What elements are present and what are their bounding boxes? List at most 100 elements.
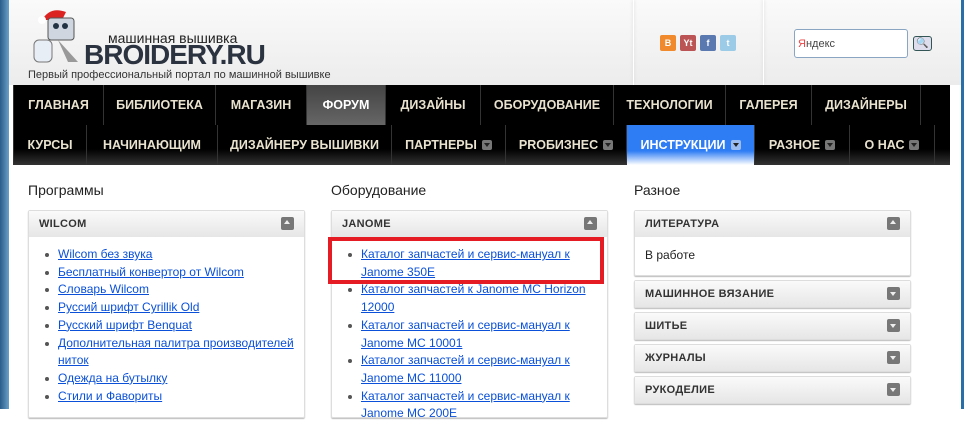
nav-spacer [920,85,950,125]
collapse-icon[interactable] [887,217,900,230]
header-divider [633,0,634,85]
search-input[interactable]: Яндекс [794,29,908,58]
main-nav-row-1: ГЛАВНАЯ БИБЛИОТЕКА МАГАЗИН ФОРУМ ДИЗАЙНЫ… [13,85,950,125]
list-item: Стили и Фавориты [45,388,294,406]
link[interactable]: Словарь Wilcom [58,282,149,296]
nav-label: РАЗНОЕ [768,138,821,152]
link[interactable]: Одежда на бутылку [58,371,167,385]
site-logo[interactable]: машинная вышивка BROIDERY.RU [28,6,266,70]
window-border-left [0,0,9,409]
link[interactable]: Русский шрифт Benquat [58,318,192,332]
panel-title: ЖУРНАЛЫ [645,352,707,364]
nav-oborudovanie[interactable]: ОБОРУДОВАНИЕ [480,85,613,125]
highlight-box [328,237,604,284]
nav-tekhnologii[interactable]: ТЕХНОЛОГИИ [613,85,725,125]
nav-spacer [934,125,950,165]
dropdown-caret-icon [481,140,492,150]
magnifier-icon: 🔍 [916,38,929,49]
column-title: Программы [28,182,104,198]
search-placeholder-y: Я [798,38,806,50]
nav-label: ДИЗАЙНЕРУ ВЫШИВКИ [230,138,379,152]
link[interactable]: Стили и Фавориты [58,389,162,403]
site-slogan: Первый профессиональный портал по машинн… [28,69,331,81]
youtube-icon[interactable]: Yt [680,35,696,51]
nav-label: КУРСЫ [27,138,73,152]
expand-icon[interactable] [887,383,900,396]
main-nav-row-2: КУРСЫ НАЧИНАЮЩИМ ДИЗАЙНЕРУ ВЫШИВКИ ПАРТН… [13,125,950,165]
nav-instruktsii[interactable]: ИНСТРУКЦИИ [626,125,754,165]
dropdown-caret-icon [825,140,836,150]
panel-body: В работе [645,248,696,262]
link[interactable]: Каталог запчастей к Janome MC Horizon 12… [361,282,586,314]
nav-raznoe[interactable]: РАЗНОЕ [754,125,849,165]
list-item: Руссий шрифт Cyrillik Old [45,299,294,317]
panel-header[interactable]: JANOME [332,211,607,237]
blogger-icon[interactable]: B [660,35,676,51]
nav-label: ПАРТНЕРЫ [405,138,477,152]
panel-header[interactable]: ЖУРНАЛЫ [635,345,910,371]
search-button[interactable]: 🔍 [913,36,932,51]
link[interactable]: Каталог запчастей и сервис-мануал к Jano… [361,389,570,417]
panel-header[interactable]: WILCOM [29,211,304,237]
list-item: Словарь Wilcom [45,281,294,299]
dropdown-caret-icon [909,140,920,150]
link[interactable]: Бесплатный конвертор от Wilcom [58,265,244,279]
nav-dizainy[interactable]: ДИЗАЙНЫ [385,85,480,125]
nav-nachinayushchim[interactable]: НАЧИНАЮЩИМ [86,125,217,165]
list-item: Бесплатный конвертор от Wilcom [45,264,294,282]
expand-icon[interactable] [887,351,900,364]
collapse-icon[interactable] [584,217,597,230]
panel-header[interactable]: РУКОДЕЛИЕ [635,377,910,403]
nav-label: НАЧИНАЮЩИМ [103,138,201,152]
column-programmy: Программы WILCOM Wilcom без звука Беспла… [28,182,305,422]
panel-title: WILCOM [39,218,87,230]
nav-kursy[interactable]: КУРСЫ [13,125,86,165]
facebook-icon[interactable]: f [700,35,716,51]
nav-dizainery[interactable]: ДИЗАЙНЕРЫ [811,85,920,125]
nav-label: ИНСТРУКЦИИ [640,138,726,152]
nav-galereya[interactable]: ГАЛЕРЕЯ [725,85,811,125]
expand-icon[interactable] [887,319,900,332]
link[interactable]: Wilcom без звука [58,247,152,261]
panel-zhurnaly: ЖУРНАЛЫ [634,344,911,372]
nav-o-nas[interactable]: О НАС [849,125,934,165]
header-divider [763,0,764,85]
link[interactable]: Каталог запчастей и сервис-мануал к Jano… [361,353,570,385]
panel-header[interactable]: ЛИТЕРАТУРА [635,211,910,237]
twitter-icon[interactable]: t [720,35,736,51]
nav-forum[interactable]: ФОРУМ [306,85,385,125]
nav-probiznes[interactable]: PROБИЗНЕС [505,125,626,165]
panel-shitie: ШИТЬЕ [634,312,911,340]
logo-text: BROIDERY.RU [84,39,266,70]
link[interactable]: Каталог запчастей и сервис-мануал к Jano… [361,318,570,350]
panel-header[interactable]: МАШИННОЕ ВЯЗАНИЕ [635,281,910,307]
panel-title: МАШИННОЕ ВЯЗАНИЕ [645,288,775,300]
panel-title: ШИТЬЕ [645,320,688,332]
nav-label: О НАС [864,138,905,152]
list-item: Русский шрифт Benquat [45,317,294,335]
panel-header[interactable]: ШИТЬЕ [635,313,910,339]
panel-title: ЛИТЕРАТУРА [645,218,720,230]
list-item: Wilcom без звука [45,246,294,264]
nav-biblioteka[interactable]: БИБЛИОТЕКА [103,85,215,125]
list-item: Дополнительная палитра производителей ни… [45,335,294,370]
mascot-logo-icon [33,10,78,63]
nav-partnery[interactable]: ПАРТНЕРЫ [391,125,505,165]
list-item: Каталог запчастей к Janome MC Horizon 12… [348,281,597,316]
nav-glavnaya[interactable]: ГЛАВНАЯ [13,85,103,125]
link[interactable]: Дополнительная палитра производителей ни… [58,336,294,368]
nav-magazin[interactable]: МАГАЗИН [215,85,306,125]
nav-label: PROБИЗНЕС [518,138,599,152]
panel-mashinnoe-vyazanie: МАШИННОЕ ВЯЗАНИЕ [634,280,911,308]
list-item: Каталог запчастей и сервис-мануал к Jano… [348,388,597,417]
link[interactable]: Руссий шрифт Cyrillik Old [58,300,199,314]
panel-literatura: ЛИТЕРАТУРА В работе [634,210,911,276]
nav-dizaineru[interactable]: ДИЗАЙНЕРУ ВЫШИВКИ [217,125,391,165]
list-item: Одежда на бутылку [45,370,294,388]
panel-title: JANOME [342,218,391,230]
panel-title: РУКОДЕЛИЕ [645,384,715,396]
panel-rukodelie: РУКОДЕЛИЕ [634,376,911,404]
list-item: Каталог запчастей и сервис-мануал к Jano… [348,317,597,352]
expand-icon[interactable] [887,287,900,300]
collapse-icon[interactable] [281,217,294,230]
